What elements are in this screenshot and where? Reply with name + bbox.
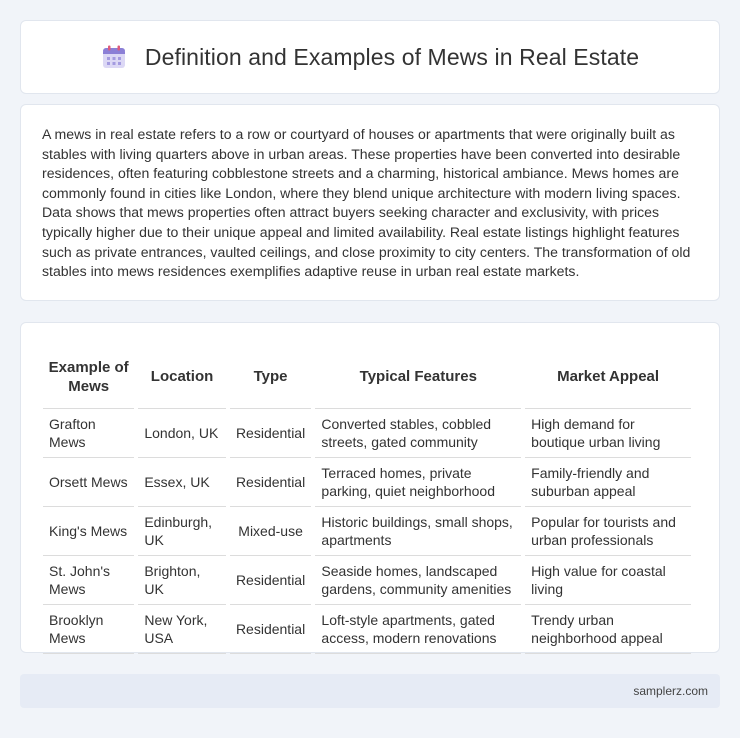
header-location: Location xyxy=(138,345,226,409)
footer-site-link[interactable]: samplerz.com xyxy=(633,684,708,698)
cell-type: Residential xyxy=(229,409,312,458)
header-appeal: Market Appeal xyxy=(525,345,691,409)
title-wrap: Definition and Examples of Mews in Real … xyxy=(101,44,639,71)
cell-features: Terraced homes, private parking, quiet n… xyxy=(315,458,522,507)
cell-appeal: High value for coastal living xyxy=(525,556,691,605)
cell-appeal: Trendy urban neighborhood appeal xyxy=(525,605,691,654)
cell-features: Converted stables, cobbled streets, gate… xyxy=(315,409,522,458)
title-card: Definition and Examples of Mews in Real … xyxy=(20,20,720,94)
description-card: A mews in real estate refers to a row or… xyxy=(20,104,720,301)
table-row: Orsett Mews Essex, UK Residential Terrac… xyxy=(43,458,691,507)
cell-location: Edinburgh, UK xyxy=(138,507,226,556)
cell-appeal: Family-friendly and suburban appeal xyxy=(525,458,691,507)
table-row: Grafton Mews London, UK Residential Conv… xyxy=(43,409,691,458)
cell-features: Seaside homes, landscaped gardens, commu… xyxy=(315,556,522,605)
cell-example: Orsett Mews xyxy=(43,458,135,507)
cell-location: London, UK xyxy=(138,409,226,458)
cell-type: Residential xyxy=(229,556,312,605)
calendar-icon xyxy=(101,44,127,70)
page: Definition and Examples of Mews in Real … xyxy=(0,0,740,738)
header-example: Example of Mews xyxy=(43,345,135,409)
cell-location: Essex, UK xyxy=(138,458,226,507)
cell-example: Grafton Mews xyxy=(43,409,135,458)
cell-features: Loft-style apartments, gated access, mod… xyxy=(315,605,522,654)
cell-example: King's Mews xyxy=(43,507,135,556)
cell-example: St. John's Mews xyxy=(43,556,135,605)
table-header-row: Example of Mews Location Type Typical Fe… xyxy=(43,345,691,409)
table-row: Brooklyn Mews New York, USA Residential … xyxy=(43,605,691,654)
header-features: Typical Features xyxy=(315,345,522,409)
page-title: Definition and Examples of Mews in Real … xyxy=(144,43,640,70)
table-card: Example of Mews Location Type Typical Fe… xyxy=(20,322,720,654)
mews-table: Example of Mews Location Type Typical Fe… xyxy=(39,345,695,654)
cell-type: Residential xyxy=(229,458,312,507)
cell-location: Brighton, UK xyxy=(138,556,226,605)
table-row: St. John's Mews Brighton, UK Residential… xyxy=(43,556,691,605)
header-type: Type xyxy=(229,345,312,409)
cell-location: New York, USA xyxy=(138,605,226,654)
cell-type: Mixed-use xyxy=(229,507,312,556)
cell-appeal: High demand for boutique urban living xyxy=(525,409,691,458)
cell-example: Brooklyn Mews xyxy=(43,605,135,654)
cell-type: Residential xyxy=(229,605,312,654)
cell-features: Historic buildings, small shops, apartme… xyxy=(315,507,522,556)
description-text: A mews in real estate refers to a row or… xyxy=(42,126,691,280)
footer: samplerz.com xyxy=(20,674,720,708)
table-row: King's Mews Edinburgh, UK Mixed-use Hist… xyxy=(43,507,691,556)
cell-appeal: Popular for tourists and urban professio… xyxy=(525,507,691,556)
